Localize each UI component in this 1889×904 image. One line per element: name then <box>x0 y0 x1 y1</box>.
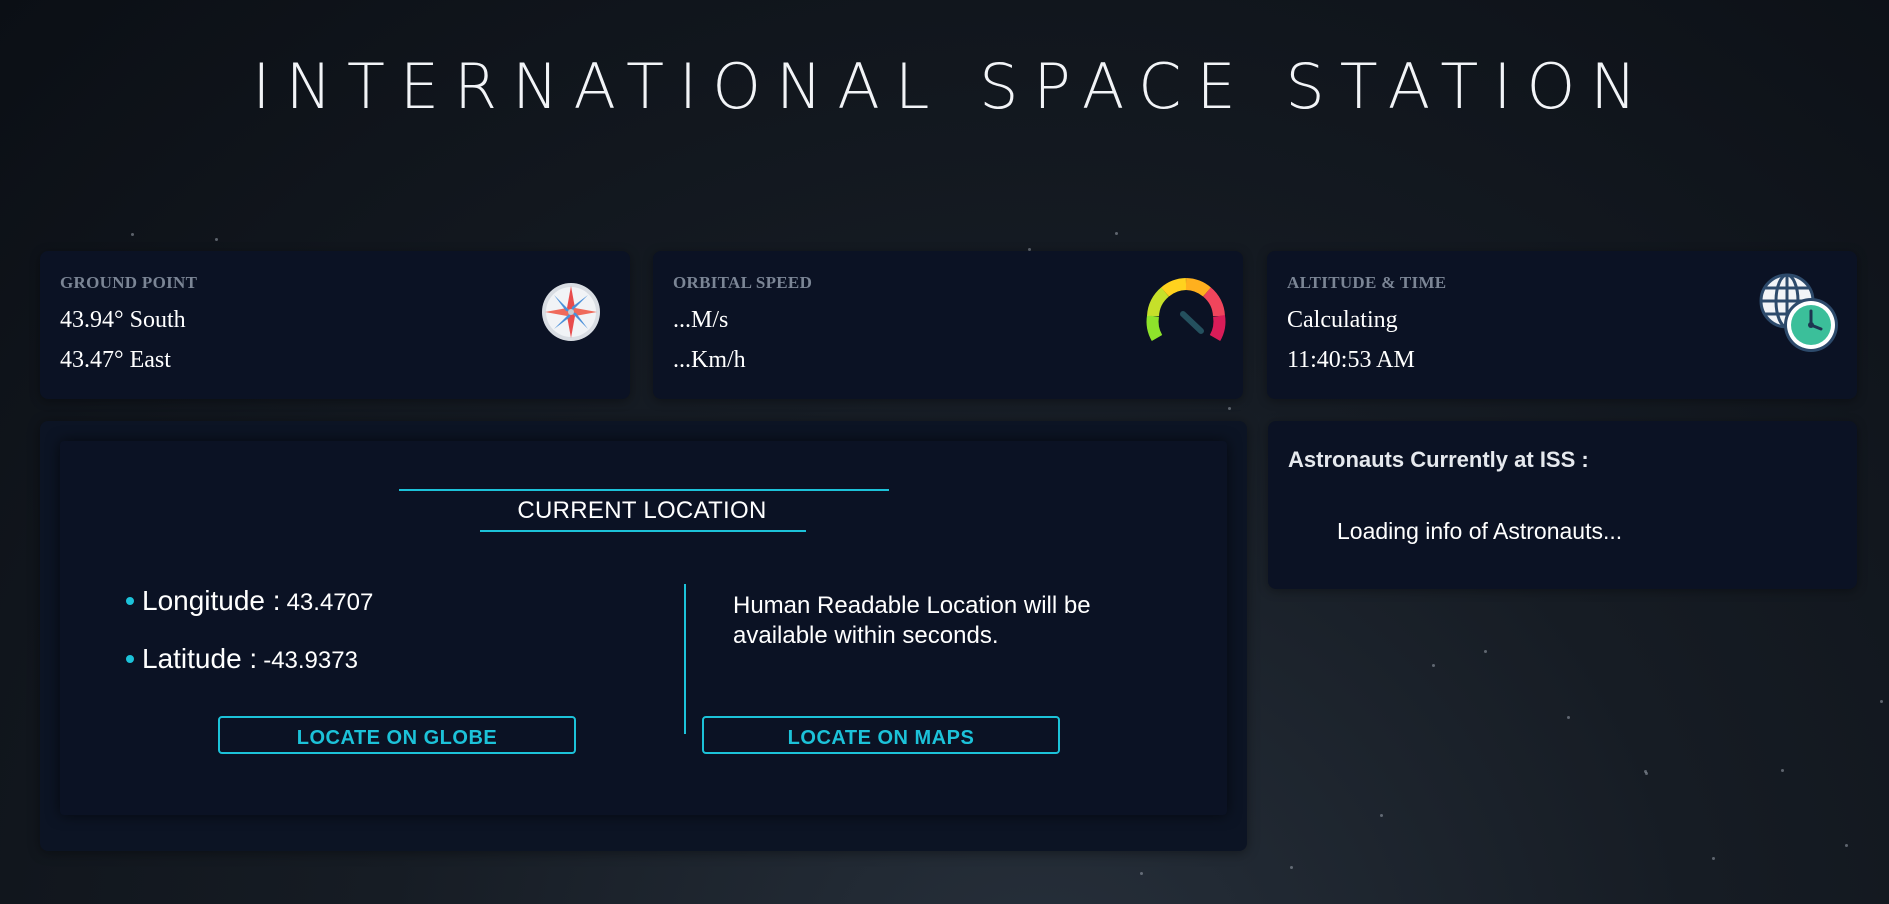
human-readable-location: Human Readable Location will be availabl… <box>733 592 1091 649</box>
latitude-value: -43.9373 <box>263 647 358 674</box>
speed-kilometers-per-hour: ...Km/h <box>673 347 746 373</box>
ground-point-card: GROUND POINT 43.94° South 43.47° East <box>40 251 630 399</box>
heading-bottom-rule <box>480 530 806 532</box>
altitude-value: Calculating <box>1287 307 1398 333</box>
ground-point-label: GROUND POINT <box>60 273 198 292</box>
ground-point-latitude: 43.94° South <box>60 307 186 333</box>
page-title: INTERNATIONAL SPACE STATION <box>252 50 1652 123</box>
latitude-label: Latitude : <box>142 643 258 674</box>
bullet-icon <box>126 596 134 605</box>
longitude-row: Longitude :43.4707 <box>126 585 373 617</box>
current-location-panel: CURRENT LOCATION Longitude :43.4707 Lati… <box>40 421 1247 851</box>
orbital-speed-label: ORBITAL SPEED <box>673 273 813 292</box>
locate-on-maps-button[interactable]: LOCATE ON MAPS <box>702 716 1060 754</box>
globe-clock-icon <box>1757 271 1841 360</box>
current-location-inner: CURRENT LOCATION Longitude :43.4707 Lati… <box>60 441 1227 815</box>
heading-top-rule <box>399 489 889 491</box>
latitude-row: Latitude : -43.9373 <box>126 643 358 675</box>
current-location-heading: CURRENT LOCATION <box>517 497 767 524</box>
bullet-icon <box>126 654 134 663</box>
location-divider <box>684 584 686 734</box>
speed-meters-per-second: ...M/s <box>673 307 729 333</box>
astronauts-card: Astronauts Currently at ISS : Loading in… <box>1268 421 1857 589</box>
compass-icon <box>540 281 602 348</box>
longitude-label: Longitude : <box>142 585 281 616</box>
altitude-time-card: ALTITUDE & TIME Calculating 11:40:53 AM <box>1267 251 1857 399</box>
current-time: 11:40:53 AM <box>1287 347 1415 373</box>
speedometer-icon <box>1143 276 1229 355</box>
altitude-time-label: ALTITUDE & TIME <box>1287 273 1447 292</box>
ground-point-longitude: 43.47° East <box>60 347 171 373</box>
locate-on-globe-button[interactable]: LOCATE ON GLOBE <box>218 716 576 754</box>
astronauts-title: Astronauts Currently at ISS : <box>1288 447 1589 472</box>
longitude-value: 43.4707 <box>286 589 374 616</box>
orbital-speed-card: ORBITAL SPEED ...M/s ...Km/h <box>653 251 1243 399</box>
astronauts-loading-text: Loading info of Astronauts... <box>1337 518 1623 544</box>
